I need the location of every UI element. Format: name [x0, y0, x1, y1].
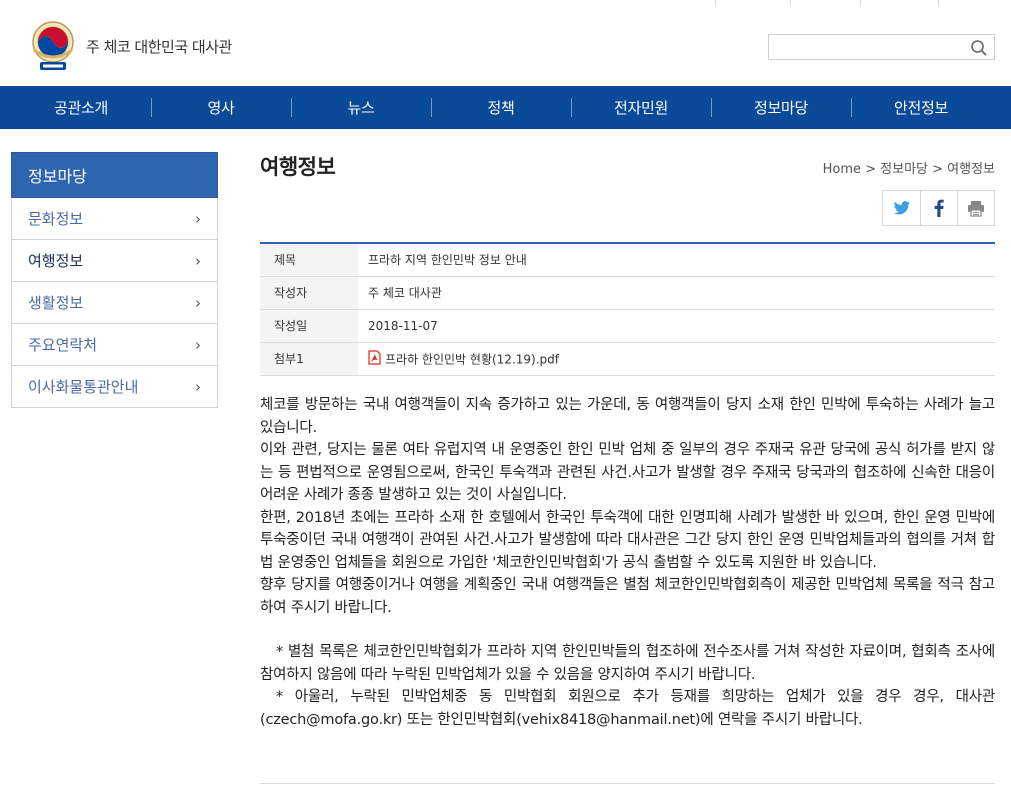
sidebar-item-label: 주요연락처: [28, 336, 98, 354]
post-info-table: 제목 프라하 지역 한인민박 정보 안내 작성자 주 체코 대사관 작성일 20…: [260, 242, 995, 376]
note-paragraph: * 별첨 목록은 체코한인민박협회가 프라하 지역 한인민박들의 협조하에 전수…: [260, 644, 995, 683]
page-title: 여행정보: [260, 155, 336, 179]
sidebar-item-label: 여행정보: [28, 252, 84, 270]
main-nav: 공관소개 영사 뉴스 정책 전자민원 정보마당 안전정보: [0, 86, 1011, 129]
sidebar: 정보마당 문화정보 › 여행정보 › 생활정보 › 주요연락처 › 이사화물통관안내 ›: [11, 152, 218, 408]
chevron-right-icon: ›: [195, 251, 201, 270]
twitter-icon[interactable]: [883, 191, 920, 225]
author-value: 주 체코 대사관: [368, 286, 442, 300]
nav-item-news[interactable]: 뉴스: [291, 86, 431, 129]
sidebar-item-label: 생활정보: [28, 294, 84, 312]
search-input[interactable]: [769, 35, 959, 59]
nav-item-info[interactable]: 정보마당: [711, 86, 851, 129]
nav-item-policy[interactable]: 정책: [431, 86, 571, 129]
table-row: 작성자 주 체코 대사관: [260, 276, 995, 309]
post-body: 체코를 방문하는 국내 여행객들이 지속 증가하고 있는 가운데, 동 여행객들…: [260, 394, 995, 731]
table-row: 제목 프라하 지역 한인민박 정보 안내: [260, 243, 995, 276]
subject-label: 제목: [260, 243, 358, 276]
attachment-cell: 프라하 한인민박 현황(12.19).pdf: [358, 342, 995, 375]
chevron-right-icon: ›: [195, 209, 201, 228]
nav-item-consular[interactable]: 영사: [151, 86, 291, 129]
search-box: [768, 34, 995, 60]
sidebar-item-culture[interactable]: 문화정보 ›: [12, 198, 217, 240]
breadcrumb: Home > 정보마당 > 여행정보: [822, 162, 995, 177]
nav-item-safety[interactable]: 안전정보: [851, 86, 991, 129]
emblem-logo[interactable]: [30, 20, 76, 74]
date-label: 작성일: [260, 309, 358, 342]
author-label: 작성자: [260, 276, 358, 309]
attachment-label: 첨부1: [260, 342, 358, 375]
body-paragraph: 향후 당지를 여행중이거나 여행을 계획중인 국내 여행객들은 별첨 체코한인민…: [260, 577, 995, 616]
chevron-right-icon: ›: [195, 335, 201, 354]
sidebar-item-contacts[interactable]: 주요연락처 ›: [12, 324, 217, 366]
table-row: 첨부1 프라하 한인민박 현황(12.19).pdf: [260, 342, 995, 375]
sidebar-item-label: 문화정보: [28, 210, 84, 228]
note-paragraph: * 아울러, 누락된 민박업체중 동 민박협회 회원으로 추가 등재를 희망하는…: [260, 689, 995, 728]
share-buttons: [882, 190, 995, 226]
chevron-right-icon: ›: [195, 293, 201, 312]
date-value: 2018-11-07: [368, 318, 438, 333]
facebook-icon[interactable]: [920, 191, 957, 225]
print-icon[interactable]: [957, 191, 994, 225]
chevron-right-icon: ›: [195, 377, 201, 396]
subject-value: 프라하 지역 한인민박 정보 안내: [368, 253, 527, 268]
pdf-icon: [368, 349, 381, 368]
body-paragraph: 한편, 2018년 초에는 프라하 소재 한 호텔에서 한국인 투숙객에 대한 …: [260, 509, 995, 571]
body-paragraph: 체코를 방문하는 국내 여행객들이 지속 증가하고 있는 가운데, 동 여행객들…: [260, 397, 995, 436]
site-header: 주 체코 대한민국 대사관: [0, 6, 1011, 86]
sidebar-title: 정보마당: [11, 152, 218, 198]
sidebar-item-travel[interactable]: 여행정보 ›: [12, 240, 217, 282]
attachment-link[interactable]: 프라하 한인민박 현황(12.19).pdf: [385, 352, 559, 366]
content-divider: [260, 783, 995, 784]
sidebar-item-customs[interactable]: 이사화물통관안내 ›: [12, 366, 217, 408]
site-title[interactable]: 주 체코 대한민국 대사관: [86, 36, 232, 57]
body-paragraph: 이와 관련, 당지는 물론 여타 유럽지역 내 운영중인 한인 민박 업체 중 …: [260, 442, 995, 503]
nav-item-embassy-intro[interactable]: 공관소개: [11, 86, 151, 129]
sidebar-item-label: 이사화물통관안내: [28, 378, 139, 396]
table-row: 작성일 2018-11-07: [260, 309, 995, 342]
nav-item-e-civil[interactable]: 전자민원: [571, 86, 711, 129]
search-icon[interactable]: [970, 39, 988, 57]
sidebar-item-living[interactable]: 생활정보 ›: [12, 282, 217, 324]
